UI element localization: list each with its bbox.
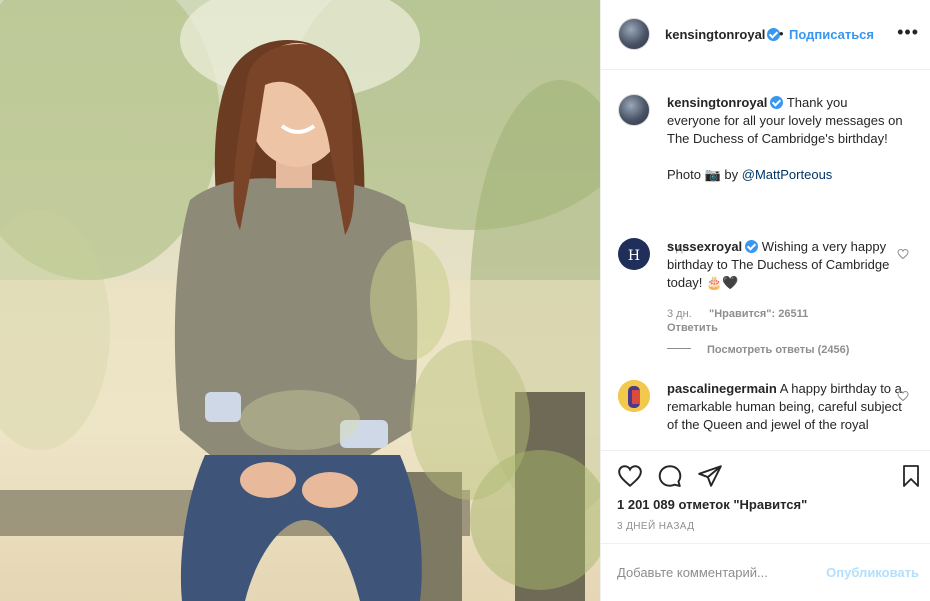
comment-icon[interactable]: [657, 463, 683, 489]
paper-plane-icon[interactable]: [697, 463, 723, 489]
comment-text-block: pascalinegermain A happy birthday to a r…: [667, 380, 903, 434]
comment-username[interactable]: kensingtonroyal: [667, 95, 767, 110]
post-actions: 1 201 089 отметок "Нравится" 3 ДНЕЙ НАЗА…: [601, 450, 930, 542]
svg-text:H: H: [628, 248, 640, 264]
bookmark-icon[interactable]: [899, 463, 923, 489]
verified-badge-icon: [745, 240, 759, 253]
reply-button[interactable]: Ответить: [667, 322, 718, 334]
verified-badge-icon: [770, 96, 784, 109]
photo-credit-prefix: Photo: [667, 167, 701, 182]
comment-username[interactable]: sussexroyal: [667, 239, 742, 254]
heart-icon[interactable]: [617, 463, 643, 489]
photo-credit-link[interactable]: @MattPorteous: [742, 167, 833, 182]
post-caption: kensingtonroyal Thank you everyone for a…: [601, 94, 930, 254]
post-author-username[interactable]: kensingtonroyal: [665, 27, 765, 42]
follow-button[interactable]: Подписаться: [789, 27, 874, 42]
more-options-icon[interactable]: •••: [897, 22, 919, 43]
comment-item: H sussexroyal Wishing a very happy birth…: [601, 238, 930, 378]
photo-credit-by: by: [724, 167, 739, 182]
avatar-art: [618, 380, 650, 412]
avatar[interactable]: [618, 18, 650, 50]
separator-dot: •: [779, 26, 784, 41]
post-date[interactable]: 3 ДНЕЙ НАЗАД: [617, 521, 694, 532]
post-photo-illustration: [0, 0, 600, 601]
view-replies-label: Посмотреть ответы (2456): [707, 344, 850, 356]
camera-icon: 📷: [704, 167, 721, 182]
divider-line: [667, 348, 691, 349]
likes-count[interactable]: 1 201 089 отметок "Нравится": [617, 497, 807, 512]
comment-age[interactable]: 3 дн.: [667, 308, 692, 320]
comment-username[interactable]: pascalinegermain: [667, 381, 777, 396]
publish-button[interactable]: Опубликовать: [826, 565, 919, 580]
comment-like-icon[interactable]: [897, 248, 909, 260]
view-replies-button[interactable]: Посмотреть ответы (2456): [667, 344, 849, 356]
avatar[interactable]: H: [618, 238, 650, 270]
avatar[interactable]: [618, 94, 650, 126]
add-comment-bar: Добавьте комментарий... Опубликовать: [601, 543, 930, 601]
post-side-panel: kensingtonroyal • Подписаться ••• kensin…: [600, 0, 930, 601]
comment-likes[interactable]: "Нравится": 26511: [709, 308, 808, 320]
post-photo[interactable]: [0, 0, 600, 601]
comment-input[interactable]: Добавьте комментарий...: [617, 565, 768, 580]
comment-text-block: sussexroyal Wishing a very happy birthda…: [667, 238, 903, 292]
comments-list[interactable]: kensingtonroyal Thank you everyone for a…: [601, 70, 930, 450]
monogram-icon: H: [628, 248, 640, 264]
photo-credit-line: Photo 📷 by @MattPorteous: [667, 166, 903, 184]
comment-like-icon[interactable]: [897, 390, 909, 402]
post-header: kensingtonroyal • Подписаться •••: [601, 0, 930, 70]
avatar[interactable]: [618, 380, 650, 412]
comment-item: pascalinegermain A happy birthday to a r…: [601, 380, 930, 450]
caption-text-block: kensingtonroyal Thank you everyone for a…: [667, 94, 903, 184]
